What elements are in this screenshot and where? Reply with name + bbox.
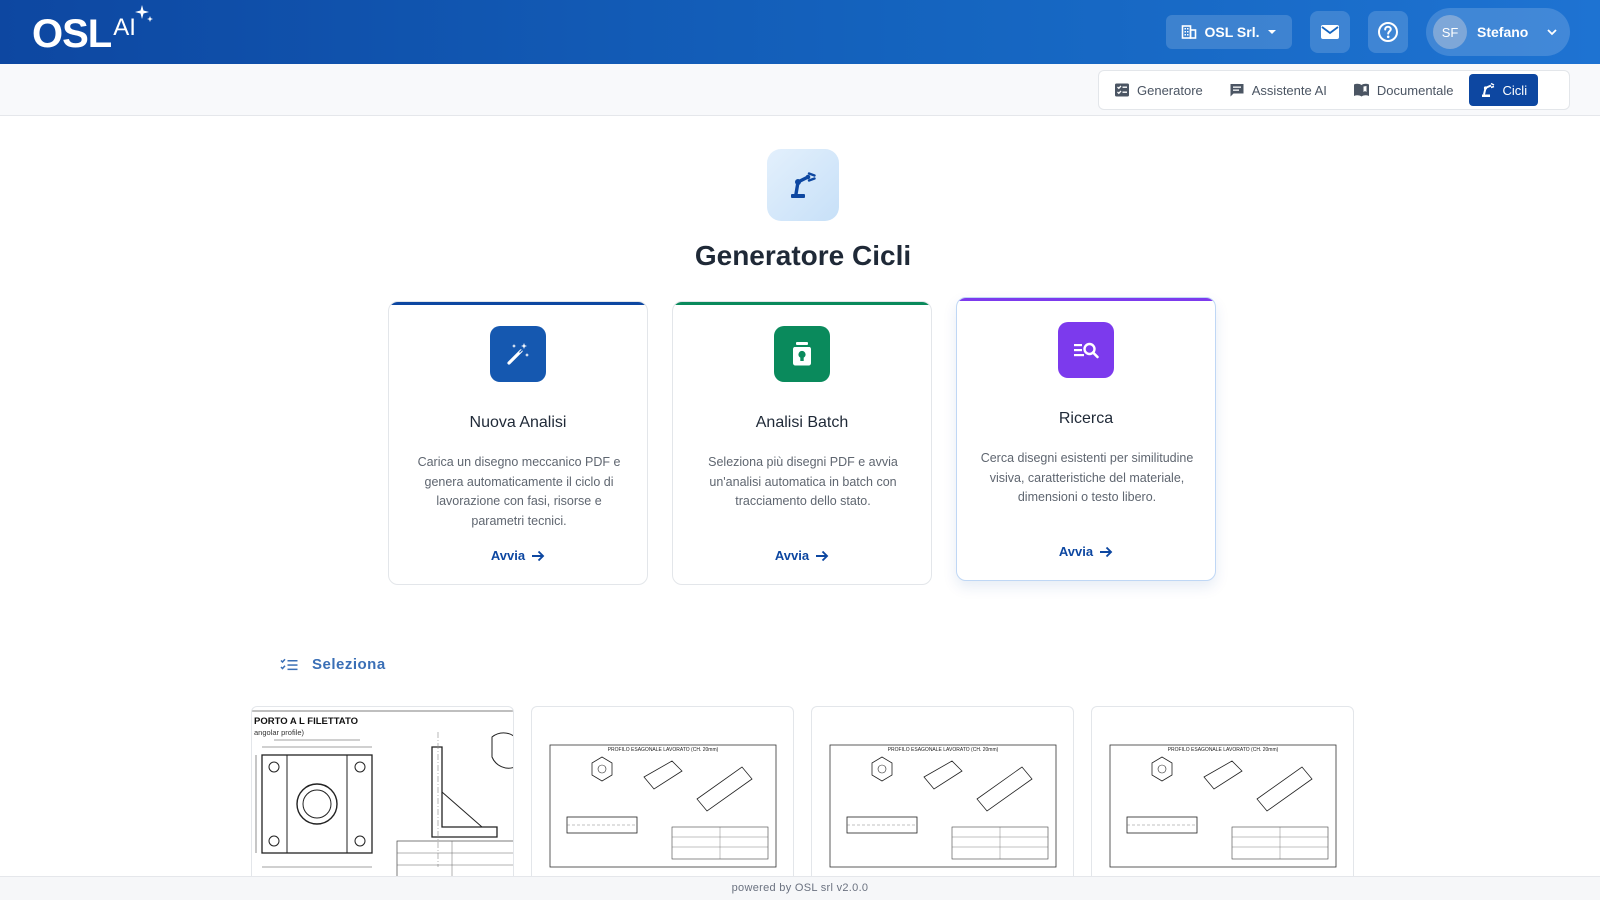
card-ricerca[interactable]: Ricerca Cerca disegni esistenti per simi… bbox=[956, 297, 1216, 581]
card-description: Seleziona più disegni PDF e avvia un'ana… bbox=[708, 455, 898, 508]
avvia-label: Avvia bbox=[774, 548, 810, 563]
drawing-thumbnail[interactable]: PROFILO ESAGONALE LAVORATO (CH. 20mm) bbox=[811, 706, 1074, 878]
drawing-title: PROFILO ESAGONALE LAVORATO (CH. 20mm) bbox=[1168, 747, 1279, 753]
tab-label: Generatore bbox=[1137, 82, 1203, 98]
help-button[interactable] bbox=[1368, 11, 1408, 53]
drawing-thumbnail[interactable]: PROFILO ESAGONALE LAVORATO (CH. 20mm) bbox=[1091, 706, 1354, 878]
drawing-thumbnail[interactable]: PORTO A L FILETTATO angolar profile) bbox=[251, 706, 514, 878]
avvia-link[interactable]: Avvia bbox=[673, 548, 931, 563]
drawing-preview: PORTO A L FILETTATO angolar profile) bbox=[252, 710, 513, 877]
card-description: Carica un disegno meccanico PDF e genera… bbox=[417, 455, 621, 528]
checklist-icon bbox=[1115, 83, 1129, 97]
chevron-down-icon bbox=[1547, 29, 1557, 36]
drawing-preview: PROFILO ESAGONALE LAVORATO (CH. 20mm) bbox=[549, 744, 777, 868]
avvia-link[interactable]: Avvia bbox=[957, 544, 1215, 559]
tab-generatore[interactable]: Generatore bbox=[1103, 74, 1214, 106]
robot-arm-icon bbox=[791, 172, 816, 198]
card-nuova-analisi[interactable]: Nuova Analisi Carica un disegno meccanic… bbox=[388, 301, 648, 585]
drawing-subtitle: angolar profile) bbox=[254, 728, 305, 737]
card-title: Ricerca bbox=[1058, 410, 1114, 427]
footer: powered by OSL srl v2.0.0 bbox=[0, 876, 1600, 900]
card-title: Analisi Batch bbox=[755, 414, 849, 431]
select-label: Seleziona bbox=[312, 656, 386, 673]
drawing-preview: PROFILO ESAGONALE LAVORATO (CH. 20mm) bbox=[829, 744, 1057, 868]
navigation-bar: Generatore Assistente AI Documentale Cic… bbox=[0, 64, 1600, 116]
chat-icon bbox=[1230, 84, 1244, 97]
arrow-right-icon bbox=[1100, 546, 1113, 557]
avvia-label: Avvia bbox=[1058, 544, 1094, 559]
page-title: Generatore Cicli bbox=[694, 240, 912, 271]
drawing-thumbnail[interactable]: PROFILO ESAGONALE LAVORATO (CH. 20mm) bbox=[531, 706, 794, 878]
tab-documentale[interactable]: Documentale bbox=[1342, 74, 1465, 106]
tab-assistente-ai[interactable]: Assistente AI bbox=[1218, 74, 1338, 106]
drawing-preview: PROFILO ESAGONALE LAVORATO (CH. 20mm) bbox=[1109, 744, 1337, 868]
robot-arm-icon bbox=[1481, 82, 1494, 97]
select-toggle-button[interactable]: Seleziona bbox=[280, 656, 386, 673]
magic-wand-icon bbox=[507, 343, 529, 365]
checklist-select-icon bbox=[280, 658, 298, 670]
logo-ai-text: AI bbox=[113, 14, 136, 41]
footer-text: powered by OSL srl v2.0.0 bbox=[731, 882, 869, 894]
drawing-title: PROFILO ESAGONALE LAVORATO (CH. 20mm) bbox=[888, 747, 999, 753]
module-tabs: Generatore Assistente AI Documentale Cic… bbox=[1098, 70, 1570, 110]
book-icon bbox=[1353, 83, 1369, 97]
card-analisi-batch[interactable]: Analisi Batch Seleziona più disegni PDF … bbox=[672, 301, 932, 585]
mail-button[interactable] bbox=[1310, 11, 1350, 53]
drawing-title: PORTO A L FILETTATO bbox=[254, 716, 358, 727]
mail-icon bbox=[1321, 25, 1339, 39]
card-icon-box bbox=[1058, 322, 1114, 378]
logo-text: OSL bbox=[32, 12, 112, 56]
avvia-link[interactable]: Avvia bbox=[389, 548, 647, 563]
user-menu[interactable]: SF Stefano bbox=[1426, 8, 1570, 56]
organization-label: OSL Srl. bbox=[1204, 24, 1260, 40]
cicli-hero-icon-box bbox=[767, 149, 839, 221]
sparkle-icon bbox=[135, 5, 153, 22]
card-accent-line bbox=[957, 298, 1215, 301]
caret-down-icon bbox=[1268, 30, 1277, 34]
app-logo[interactable]: OSL AI bbox=[32, 8, 136, 58]
tab-label: Assistente AI bbox=[1251, 82, 1327, 98]
tab-label: Cicli bbox=[1502, 82, 1528, 98]
help-icon bbox=[1378, 22, 1398, 42]
avvia-label: Avvia bbox=[490, 548, 526, 563]
organization-selector[interactable]: OSL Srl. bbox=[1166, 15, 1292, 49]
arrow-right-icon bbox=[816, 550, 829, 561]
building-icon bbox=[1181, 25, 1196, 39]
tab-cicli[interactable]: Cicli bbox=[1468, 74, 1539, 106]
user-name: Stefano bbox=[1477, 24, 1529, 40]
tab-label: Documentale bbox=[1376, 82, 1454, 98]
batch-jar-icon bbox=[793, 342, 811, 366]
arrow-right-icon bbox=[532, 550, 545, 561]
card-icon-box bbox=[490, 326, 546, 382]
drawing-title: PROFILO ESAGONALE LAVORATO (CH. 20mm) bbox=[608, 747, 719, 753]
card-accent-line bbox=[673, 302, 931, 305]
search-list-icon bbox=[1074, 342, 1099, 359]
card-icon-box bbox=[774, 326, 830, 382]
card-accent-line bbox=[389, 302, 647, 305]
card-title: Nuova Analisi bbox=[469, 414, 567, 431]
avatar: SF bbox=[1433, 15, 1467, 49]
card-description: Cerca disegni esistenti per similitudine… bbox=[980, 451, 1194, 504]
top-bar: OSL AI OSL Srl. SF Stefano bbox=[0, 0, 1600, 64]
